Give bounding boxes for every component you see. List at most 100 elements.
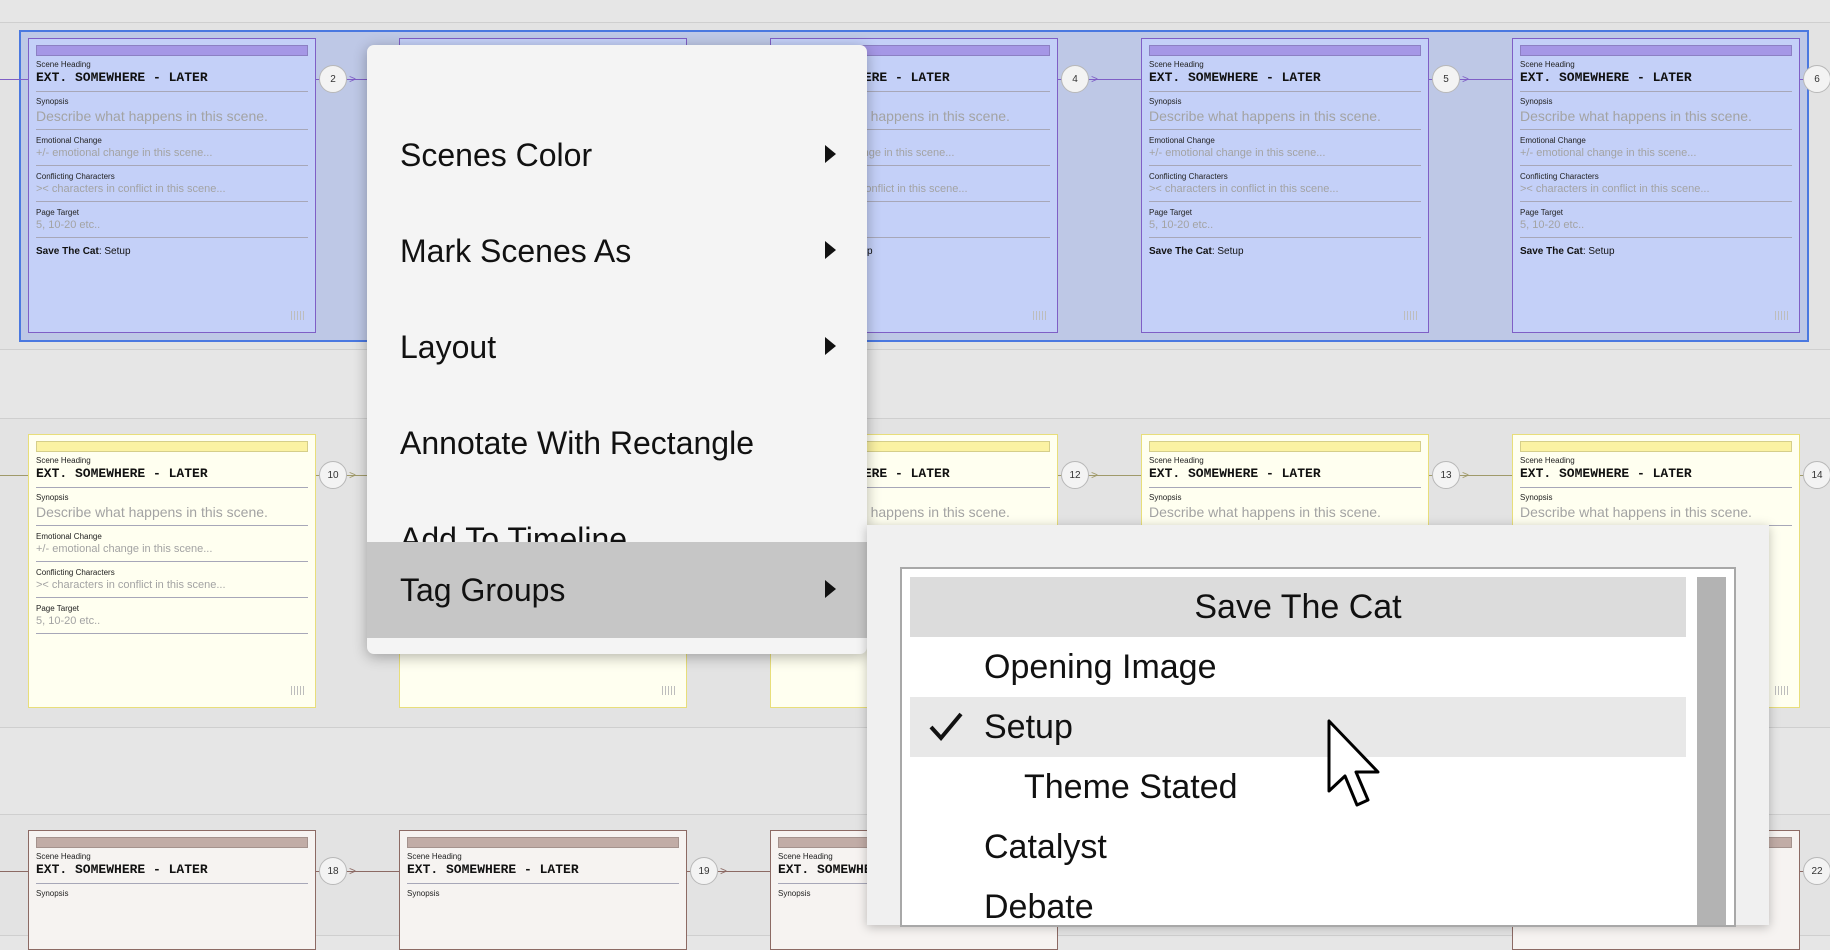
tag-option-theme-stated[interactable]: Theme Stated	[910, 757, 1686, 817]
scene-number-badge: 22	[1803, 857, 1830, 885]
emotional-change-field[interactable]: +/- emotional change in this scene...	[1149, 146, 1421, 166]
drag-grip-icon[interactable]	[1033, 311, 1047, 320]
synopsis-label: Synopsis	[1149, 97, 1182, 106]
scene-heading-value[interactable]: EXT. SOMEWHERE - LATER	[1520, 466, 1792, 488]
page-target-field[interactable]: 5, 10-20 etc..	[1520, 218, 1792, 238]
tag-option-catalyst[interactable]: Catalyst	[910, 817, 1686, 877]
emotional-change-label: Emotional Change	[1149, 136, 1215, 145]
scene-heading-value[interactable]: EXT. SOMEWHERE - LATER	[1149, 70, 1421, 92]
scene-number-badge: 5	[1432, 65, 1460, 93]
connector-arrow-icon: >	[1462, 72, 1470, 86]
emotional-change-label: Emotional Change	[36, 136, 102, 145]
mouse-pointer-icon	[1325, 719, 1385, 819]
drag-grip-icon[interactable]	[291, 686, 305, 695]
synopsis-field[interactable]: Describe what happens in this scene.	[36, 107, 308, 130]
scene-heading-label: Scene Heading	[1149, 60, 1204, 69]
triangle-right-icon	[825, 241, 836, 259]
scene-color-bar	[407, 837, 679, 848]
menu-item-label: Layout	[400, 328, 497, 365]
scene-card[interactable]: Scene Heading EXT. SOMEWHERE - LATER Syn…	[28, 434, 316, 708]
scene-heading-label: Scene Heading	[36, 60, 91, 69]
context-menu: Scenes Color Mark Scenes As Layout Annot…	[367, 45, 867, 654]
scene-number-badge: 6	[1803, 65, 1830, 93]
page-target-field[interactable]: 5, 10-20 etc..	[1149, 218, 1421, 238]
conflicting-characters-field[interactable]: >< characters in conflict in this scene.…	[36, 578, 308, 598]
drag-grip-icon[interactable]	[1775, 311, 1789, 320]
menu-item-mark-scenes-as[interactable]: Mark Scenes As	[367, 203, 867, 299]
scene-heading-value[interactable]: EXT. SOMEWHERE - LATER	[1520, 70, 1792, 92]
connector-arrow-icon: >	[1091, 72, 1099, 86]
menu-item-label: Annotate With Rectangle	[400, 424, 754, 461]
tag-groups-listbox[interactable]: Save The Cat Opening Image Setup Theme S…	[900, 567, 1736, 927]
scene-card[interactable]: Scene Heading EXT. SOMEWHERE - LATER Syn…	[28, 38, 316, 333]
page-target-label: Page Target	[36, 208, 79, 217]
emotional-change-label: Emotional Change	[36, 532, 102, 541]
scene-heading-value[interactable]: EXT. SOMEWHERE - LATER	[36, 466, 308, 488]
scene-heading-value[interactable]: EXT. SOMEWHERE - LATER	[407, 862, 679, 884]
conflicting-characters-field[interactable]: >< characters in conflict in this scene.…	[1149, 182, 1421, 202]
menu-item-label: Mark Scenes As	[400, 232, 632, 269]
scene-heading-label: Scene Heading	[407, 852, 462, 861]
tag-option-debate[interactable]: Debate	[910, 877, 1686, 926]
emotional-change-field[interactable]: +/- emotional change in this scene...	[36, 542, 308, 562]
synopsis-field[interactable]: Describe what happens in this scene.	[1149, 107, 1421, 130]
tag-option-opening-image[interactable]: Opening Image	[910, 637, 1686, 697]
scene-number-badge: 2	[319, 65, 347, 93]
tag-option-label: Catalyst	[984, 827, 1107, 866]
synopsis-label: Synopsis	[1520, 97, 1553, 106]
synopsis-field[interactable]: Describe what happens in this scene.	[1520, 107, 1792, 130]
synopsis-label: Synopsis	[1520, 493, 1553, 502]
scene-heading-value[interactable]: EXT. SOMEWHERE - LATER	[36, 70, 308, 92]
scene-heading-label: Scene Heading	[1520, 60, 1575, 69]
conflicting-characters-label: Conflicting Characters	[1520, 172, 1599, 181]
conflicting-characters-label: Conflicting Characters	[36, 172, 115, 181]
drag-grip-icon[interactable]	[1404, 311, 1418, 320]
scene-number-badge: 13	[1432, 461, 1460, 489]
synopsis-label: Synopsis	[36, 97, 69, 106]
scene-heading-label: Scene Heading	[36, 456, 91, 465]
scene-card[interactable]: Scene Heading EXT. SOMEWHERE - LATER Syn…	[1512, 38, 1800, 333]
conflicting-characters-field[interactable]: >< characters in conflict in this scene.…	[36, 182, 308, 202]
save-the-cat-tag: Save The Cat: Setup	[36, 246, 131, 257]
scene-heading-value[interactable]: EXT. SOMEWHERE - LATER	[36, 862, 308, 884]
scene-number-badge: 4	[1061, 65, 1089, 93]
listbox-scrollbar[interactable]	[1697, 577, 1726, 925]
scene-heading-label: Scene Heading	[36, 852, 91, 861]
triangle-right-icon	[825, 145, 836, 163]
scene-card[interactable]: Scene Heading EXT. SOMEWHERE - LATER Syn…	[28, 830, 316, 950]
emotional-change-field[interactable]: +/- emotional change in this scene...	[1520, 146, 1792, 166]
tag-groups-submenu: Save The Cat Opening Image Setup Theme S…	[867, 525, 1769, 927]
drag-grip-icon[interactable]	[662, 686, 676, 695]
menu-item-annotate-with-rectangle[interactable]: Annotate With Rectangle	[367, 395, 867, 491]
connector-arrow-icon: >	[349, 72, 357, 86]
drag-grip-icon[interactable]	[291, 311, 305, 320]
scene-color-bar	[36, 837, 308, 848]
page-target-label: Page Target	[1520, 208, 1563, 217]
menu-item-scenes-color[interactable]: Scenes Color	[367, 107, 867, 203]
synopsis-field[interactable]: Describe what happens in this scene.	[1149, 503, 1421, 526]
triangle-right-icon	[825, 580, 836, 598]
page-target-field[interactable]: 5, 10-20 etc..	[36, 614, 308, 634]
synopsis-label: Synopsis	[407, 889, 440, 898]
menu-item-tag-groups[interactable]: Tag Groups	[367, 542, 867, 638]
tag-group-header: Save The Cat	[910, 577, 1686, 637]
scene-number-badge: 12	[1061, 461, 1089, 489]
emotional-change-field[interactable]: +/- emotional change in this scene...	[36, 146, 308, 166]
save-the-cat-tag: Save The Cat: Setup	[1520, 246, 1615, 257]
scene-card[interactable]: Scene Heading EXT. SOMEWHERE - LATER Syn…	[1141, 38, 1429, 333]
conflicting-characters-field[interactable]: >< characters in conflict in this scene.…	[1520, 182, 1792, 202]
scene-color-bar	[36, 45, 308, 56]
synopsis-field[interactable]: Describe what happens in this scene.	[1520, 503, 1792, 526]
scene-number-badge: 10	[319, 461, 347, 489]
menu-item-layout[interactable]: Layout	[367, 299, 867, 395]
synopsis-field[interactable]: Describe what happens in this scene.	[36, 503, 308, 526]
drag-grip-icon[interactable]	[1775, 686, 1789, 695]
scene-card[interactable]: Scene Heading EXT. SOMEWHERE - LATER Syn…	[399, 830, 687, 950]
page-target-field[interactable]: 5, 10-20 etc..	[36, 218, 308, 238]
scene-number-badge: 19	[690, 857, 718, 885]
scene-heading-label: Scene Heading	[1520, 456, 1575, 465]
scene-heading-value[interactable]: EXT. SOMEWHERE - LATER	[1149, 466, 1421, 488]
tag-option-setup[interactable]: Setup	[910, 697, 1686, 757]
menu-item-label: Tag Groups	[400, 571, 566, 608]
scene-color-bar	[1149, 45, 1421, 56]
